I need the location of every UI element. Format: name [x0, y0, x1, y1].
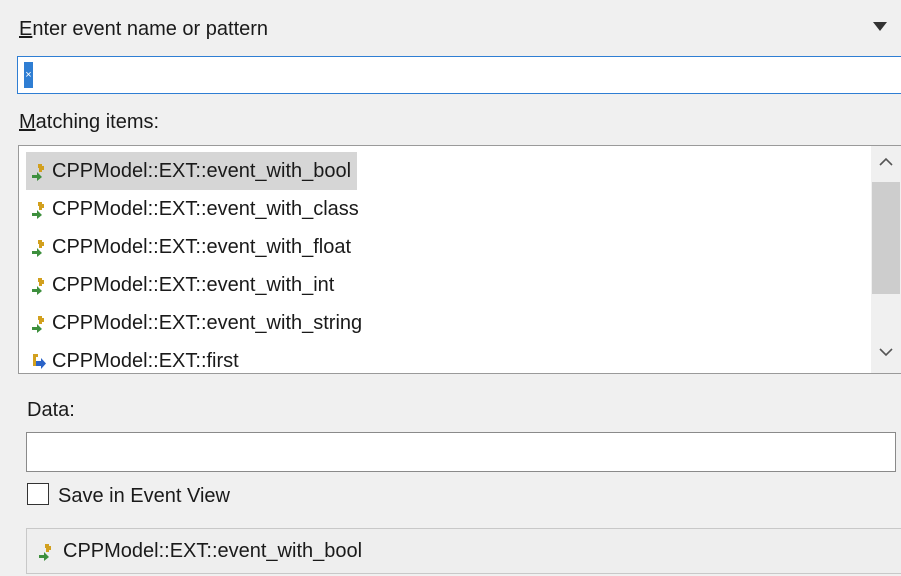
save-in-event-view-checkbox[interactable] — [27, 483, 49, 505]
event-icon — [32, 278, 44, 295]
list-item-label: CPPModel::EXT::event_with_bool — [52, 160, 352, 182]
matching-items-list[interactable]: CPPModel::EXT::event_with_bool CPPModel:… — [18, 145, 901, 374]
list-item[interactable]: CPPModel::EXT::event_with_bool — [26, 152, 358, 190]
scroll-up-icon[interactable] — [878, 156, 894, 168]
event-pattern-label-text: nter event name or pattern — [32, 18, 269, 40]
data-input[interactable] — [26, 432, 896, 472]
event-icon — [32, 316, 44, 333]
event-icon — [39, 544, 51, 561]
triggered-event-icon — [33, 354, 46, 369]
list-item-label: CPPModel::EXT::event_with_float — [52, 236, 352, 258]
list-item-label: CPPModel::EXT::event_with_int — [52, 274, 335, 296]
dropdown-arrow-icon[interactable] — [873, 22, 887, 31]
list-item-label: CPPModel::EXT::event_with_string — [52, 312, 363, 334]
event-icon — [32, 202, 44, 219]
selection-status-bar: CPPModel::EXT::event_with_bool — [26, 528, 901, 574]
list-item-label: CPPModel::EXT::event_with_class — [52, 198, 359, 220]
list-item[interactable]: CPPModel::EXT::event_with_class — [26, 190, 365, 228]
data-label: Data: — [27, 399, 75, 421]
list-item[interactable]: CPPModel::EXT::event_with_int — [26, 266, 340, 304]
save-in-event-view-label[interactable]: Save in Event View — [58, 484, 230, 508]
scroll-down-icon[interactable] — [878, 346, 894, 358]
event-icon — [32, 164, 44, 181]
list-item-label: CPPModel::EXT::first — [52, 350, 239, 372]
scrollbar-thumb[interactable] — [872, 182, 900, 294]
event-icon — [32, 240, 44, 257]
event-pattern-input[interactable]: × — [17, 56, 901, 94]
selection-status-text: CPPModel::EXT::event_with_bool — [63, 540, 363, 562]
list-scrollbar[interactable] — [871, 146, 901, 373]
event-pattern-mnemonic: E — [19, 18, 33, 40]
list-item[interactable]: CPPModel::EXT::event_with_string — [26, 304, 368, 342]
matching-items-label: Matching items: — [19, 110, 159, 134]
matching-items-label-text: atching items: — [35, 111, 160, 133]
input-caret: × — [24, 62, 33, 88]
matching-items-mnemonic: M — [19, 111, 36, 133]
event-pattern-label: Enter event name or pattern — [19, 17, 268, 41]
list-item[interactable]: CPPModel::EXT::first — [26, 342, 245, 373]
list-item[interactable]: CPPModel::EXT::event_with_float — [26, 228, 357, 266]
